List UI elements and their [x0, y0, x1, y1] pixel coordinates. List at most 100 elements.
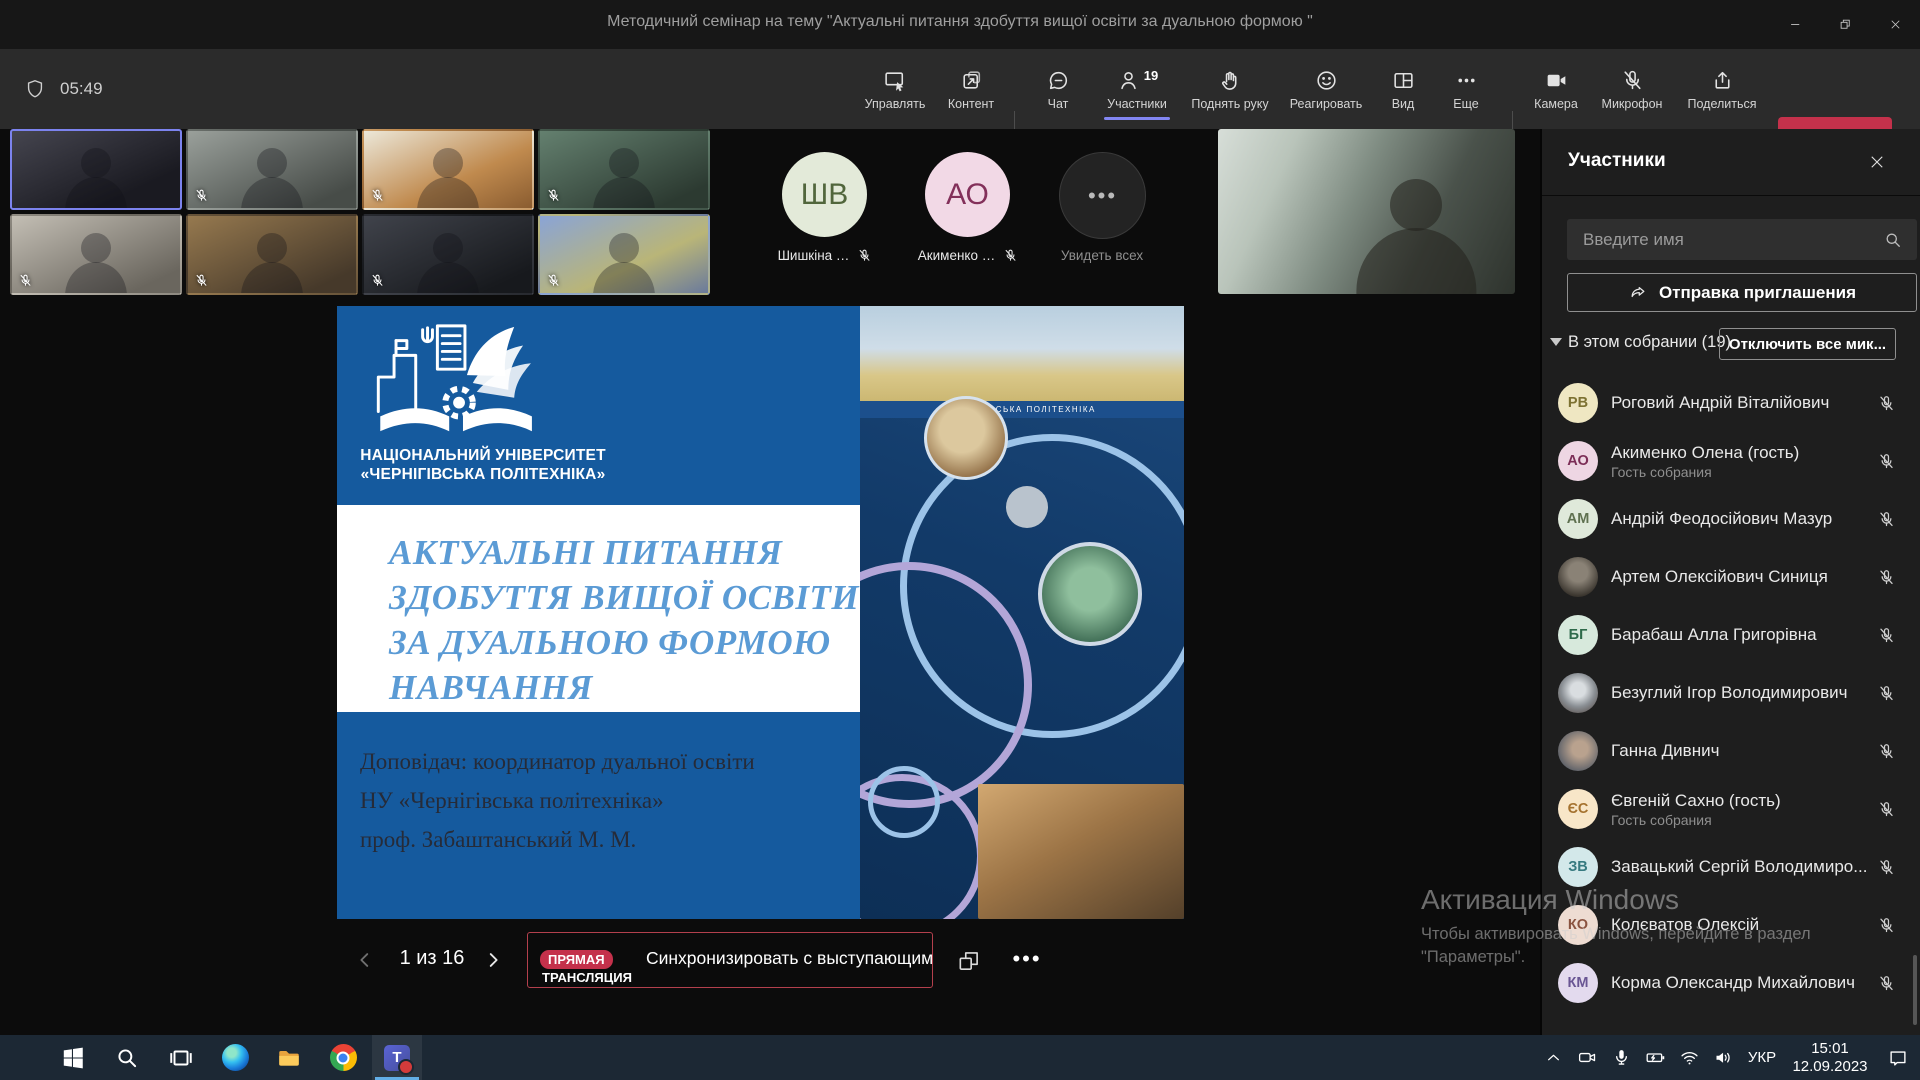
task-view-button[interactable] [156, 1035, 206, 1080]
raise-hand-button[interactable]: Поднять руку [1182, 55, 1278, 123]
content-button[interactable]: Контент [938, 55, 1004, 123]
person-silhouette [609, 148, 639, 178]
close-panel-button[interactable] [1864, 149, 1890, 175]
participant-name: Барабаш Алла Григорівна [1611, 625, 1877, 645]
video-tile[interactable] [10, 129, 182, 210]
send-invite-button[interactable]: Отправка приглашения [1567, 273, 1917, 312]
popout-layout-button[interactable] [950, 942, 988, 980]
participant-row[interactable]: Безуглий Ігор Володимирович [1542, 664, 1920, 722]
sync-to-presenter-button[interactable]: ПРЯМАЯ ТРАНСЛЯЦИЯ Синхронизировать с выс… [527, 932, 933, 988]
taskbar-search-button[interactable] [102, 1035, 152, 1080]
chevron-left-icon [354, 949, 376, 971]
participants-button[interactable]: 19 Участники [1094, 55, 1180, 123]
participant-row[interactable]: ЗВ Завацький Сергій Володимиро... [1542, 838, 1920, 896]
participant-row[interactable]: РВ Роговий Андрій Віталійович [1542, 374, 1920, 432]
action-center-button[interactable] [1876, 1035, 1920, 1080]
start-button[interactable] [48, 1035, 98, 1080]
participant-name: Безуглий Ігор Володимирович [1611, 683, 1877, 703]
window-controls [1770, 0, 1920, 49]
tray-mic-icon[interactable] [1604, 1035, 1638, 1080]
video-tile[interactable] [186, 129, 358, 210]
video-filmstrip [10, 129, 716, 295]
folder-icon [276, 1045, 302, 1071]
slide-page-indicator: 1 из 16 [390, 947, 474, 970]
search-icon [114, 1045, 140, 1071]
mic-off-icon [194, 273, 209, 288]
avatar: АО [1558, 441, 1598, 481]
teams-taskbar-icon[interactable]: T [372, 1035, 422, 1080]
prev-slide-button[interactable] [348, 938, 382, 982]
chat-button[interactable]: Чат [1026, 55, 1090, 123]
participant-row[interactable]: Ганна Дивнич [1542, 722, 1920, 780]
person-silhouette [433, 148, 463, 178]
person-silhouette [241, 262, 303, 295]
participant-row[interactable]: КО Колєватов Олексій [1542, 896, 1920, 954]
participants-panel: Участники Отправка приглашения В этом со… [1540, 129, 1920, 1035]
close-button[interactable] [1870, 0, 1920, 49]
restore-button[interactable] [1820, 0, 1870, 49]
edge-taskbar-icon[interactable] [210, 1035, 260, 1080]
battery-icon[interactable] [1638, 1035, 1672, 1080]
manage-button[interactable]: Управлять [856, 55, 934, 123]
person-silhouette [65, 262, 127, 295]
meeting-stage: ШВ АО ••• Шишкіна … Акименко … Увидеть в… [0, 129, 1540, 1035]
participant-search-box [1567, 219, 1917, 260]
video-tile[interactable] [186, 214, 358, 295]
show-hidden-icons-button[interactable] [1536, 1035, 1570, 1080]
chrome-taskbar-icon[interactable] [318, 1035, 368, 1080]
video-tile[interactable] [362, 214, 534, 295]
avatar: РВ [1558, 383, 1598, 423]
mic-off-icon [1877, 742, 1896, 761]
participant-row[interactable]: КМ Корма Олександр Михайлович [1542, 954, 1920, 1012]
video-tile[interactable] [362, 129, 534, 210]
mic-off-icon [1877, 626, 1896, 645]
participant-row[interactable]: БГ Барабаш Алла Григорівна [1542, 606, 1920, 664]
more-button[interactable]: Еще [1436, 55, 1496, 123]
avatar: БГ [1558, 615, 1598, 655]
volume-icon[interactable] [1706, 1035, 1740, 1080]
mic-off-icon [1877, 510, 1896, 529]
taskbar-clock[interactable]: 15:01 12.09.2023 [1784, 1040, 1876, 1076]
video-tile[interactable] [10, 214, 182, 295]
section-label[interactable]: В этом собрании (19) [1568, 333, 1731, 352]
language-indicator[interactable]: УКР [1740, 1049, 1784, 1066]
see-all-button[interactable]: ••• [1059, 152, 1146, 239]
person-silhouette [81, 233, 111, 263]
participant-row[interactable]: Артем Олексійович Синиця [1542, 548, 1920, 606]
avatar: АМ [1558, 499, 1598, 539]
mic-off-icon [1877, 568, 1896, 587]
search-input[interactable] [1581, 229, 1883, 251]
share-button[interactable]: Поделиться [1676, 55, 1768, 123]
view-button[interactable]: Вид [1374, 55, 1432, 123]
wifi-icon[interactable] [1672, 1035, 1706, 1080]
mute-all-button[interactable]: Отключить все мик... [1719, 328, 1896, 360]
avatar-shyshkina[interactable]: ШВ [782, 152, 867, 237]
avatar-akymenko[interactable]: АО [925, 152, 1010, 237]
window-title: Методичний семінар на тему "Актуальні пи… [0, 13, 1920, 31]
video-tile[interactable] [538, 129, 710, 210]
decor-ring [868, 766, 940, 838]
panel-divider [1542, 195, 1920, 196]
camera-icon [1577, 1047, 1598, 1068]
slide-more-options-button[interactable]: ••• [1004, 939, 1050, 979]
person-silhouette [65, 177, 127, 210]
teams-meeting-window: Методичний семінар на тему "Актуальні пи… [0, 0, 1920, 1080]
mic-button[interactable]: Микрофон [1592, 55, 1672, 123]
tray-camera-icon[interactable] [1570, 1035, 1604, 1080]
minimize-button[interactable] [1770, 0, 1820, 49]
spotlight-video-tile[interactable] [1218, 129, 1515, 294]
see-all-label[interactable]: Увидеть всех [1046, 245, 1158, 265]
react-button[interactable]: Реагировать [1282, 55, 1370, 123]
scrollbar-thumb[interactable] [1913, 955, 1917, 1025]
search-icon[interactable] [1883, 230, 1903, 250]
chevron-down-icon[interactable] [1550, 338, 1562, 346]
file-explorer-taskbar-icon[interactable] [264, 1035, 314, 1080]
participant-row[interactable]: АМ Андрій Феодосійович Мазур [1542, 490, 1920, 548]
camera-button[interactable]: Камера [1524, 55, 1588, 123]
participant-row[interactable]: АО Акименко Олена (гость) Гость собрания [1542, 432, 1920, 490]
next-slide-button[interactable] [476, 938, 510, 982]
video-tile[interactable] [538, 214, 710, 295]
participant-row[interactable]: ЄС Євгеній Сахно (гость) Гость собрания [1542, 780, 1920, 838]
person-silhouette [257, 233, 287, 263]
edge-icon [222, 1044, 249, 1071]
